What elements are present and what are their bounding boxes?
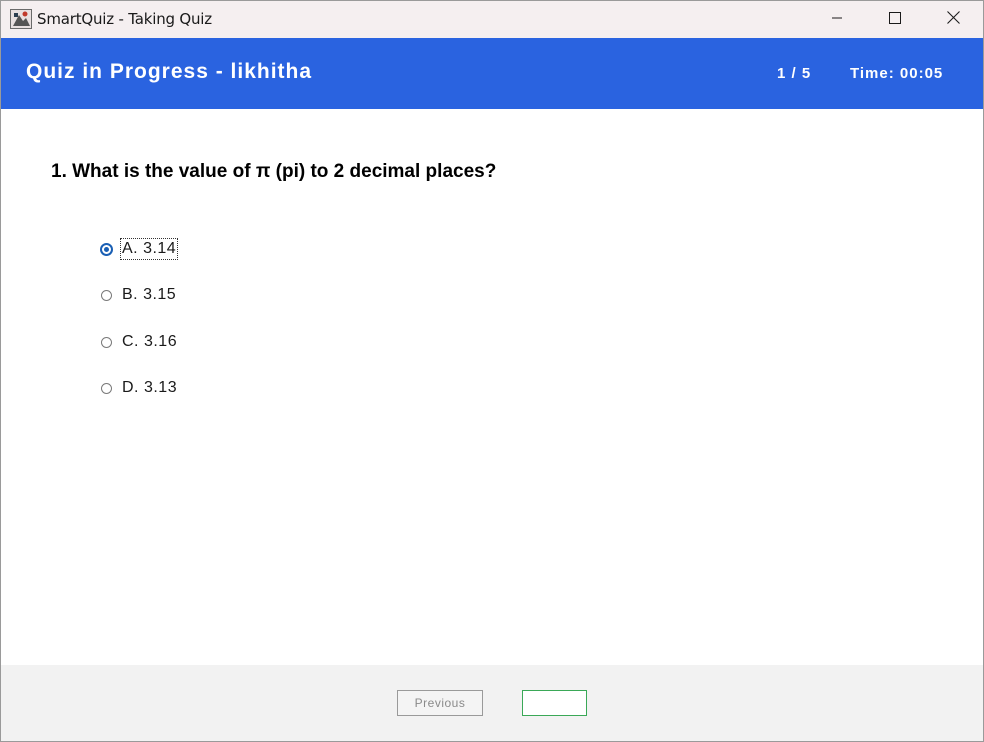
- radio-button[interactable]: [101, 289, 112, 301]
- previous-button[interactable]: Previous: [397, 690, 483, 716]
- radio-button-checked[interactable]: [100, 242, 113, 256]
- close-button[interactable]: [924, 1, 982, 38]
- option-b[interactable]: B. 3.15: [101, 284, 178, 306]
- question-progress: 1 / 5: [777, 65, 812, 82]
- title-bar[interactable]: SmartQuiz - Taking Quiz: [1, 1, 983, 38]
- option-a[interactable]: A. 3.14: [100, 238, 179, 260]
- navigation-footer: Previous: [1, 665, 983, 741]
- question-text: 1. What is the value of π (pi) to 2 deci…: [51, 161, 497, 182]
- maximize-icon: [889, 11, 901, 29]
- java-app-icon: [10, 9, 32, 29]
- minimize-icon: [831, 11, 843, 29]
- option-label[interactable]: B. 3.15: [120, 284, 178, 306]
- option-label[interactable]: C. 3.16: [120, 331, 179, 353]
- window-title: SmartQuiz - Taking Quiz: [37, 10, 212, 28]
- quiz-timer: Time: 00:05: [850, 65, 944, 82]
- option-label[interactable]: D. 3.13: [120, 377, 179, 399]
- option-label[interactable]: A. 3.14: [120, 238, 179, 260]
- option-c[interactable]: C. 3.16: [101, 331, 179, 353]
- next-button[interactable]: [522, 690, 587, 716]
- app-window: SmartQuiz - Taking Quiz Quiz in Progress…: [0, 0, 984, 742]
- maximize-button[interactable]: [866, 1, 924, 38]
- page-title: Quiz in Progress - likhitha: [26, 60, 313, 83]
- minimize-button[interactable]: [808, 1, 866, 38]
- close-icon: [946, 10, 960, 29]
- option-d[interactable]: D. 3.13: [101, 377, 179, 399]
- radio-button[interactable]: [101, 382, 112, 394]
- radio-button[interactable]: [101, 336, 112, 348]
- quiz-header: Quiz in Progress - likhitha 1 / 5 Time: …: [1, 38, 983, 109]
